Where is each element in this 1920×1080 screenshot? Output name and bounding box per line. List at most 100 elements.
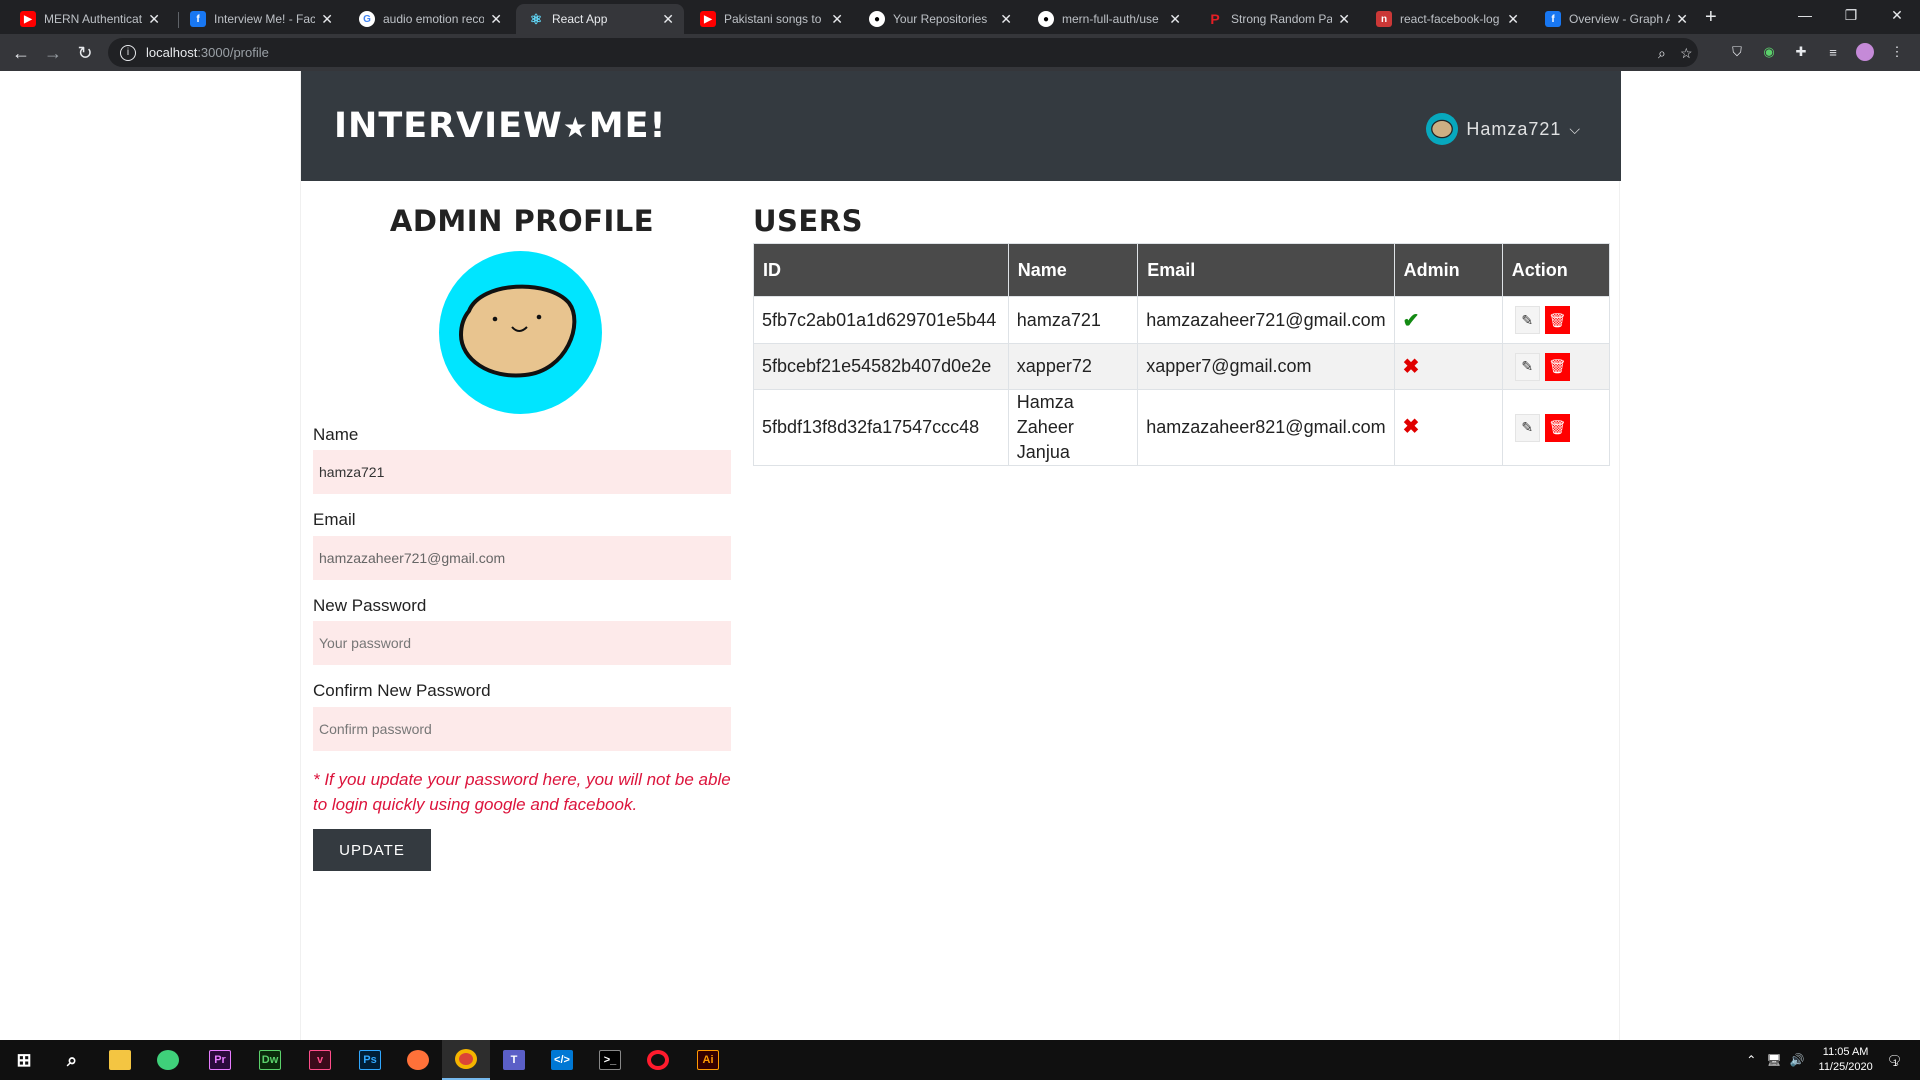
admin-cell: ✖ [1393, 343, 1503, 390]
action-cell: ✎ 🗑 [1501, 296, 1611, 344]
table-row: 5fb7c2ab01a1d629701e5b44 hamza721 hamzaz… [753, 296, 1611, 344]
delete-user-button[interactable]: 🗑 [1544, 413, 1570, 442]
url-host: localhost [146, 45, 198, 60]
edit-icon: ✎ [1521, 419, 1534, 435]
tab-title: react-facebook-log [1400, 12, 1500, 26]
vectr-icon[interactable]: v [296, 1040, 344, 1080]
illustrator-icon[interactable]: Ai [684, 1040, 732, 1080]
browser-tab[interactable]: G audio emotion reco ✕ [347, 4, 512, 34]
reload-icon[interactable]: ↻ [74, 42, 96, 64]
browser-tab[interactable]: ● mern-full-auth/use ✕ [1026, 4, 1191, 34]
address-bar[interactable]: i localhost :3000/profile ⌕ ☆ [108, 38, 1698, 67]
confirm-password-label: Confirm New Password [313, 681, 491, 700]
name-input[interactable] [313, 450, 731, 494]
trash-icon: 🗑 [1548, 358, 1567, 374]
facebook-icon: f [190, 11, 206, 27]
user-name-cell: Hamza Zaheer Janjua [1007, 389, 1139, 466]
close-icon[interactable]: ✕ [490, 11, 502, 28]
close-icon[interactable]: ✕ [1338, 11, 1350, 28]
network-icon[interactable]: 🖥 [1766, 1053, 1781, 1067]
firefox-icon[interactable] [394, 1040, 442, 1080]
user-email-cell: hamzazaheer721@gmail.com [1137, 296, 1395, 344]
update-button[interactable]: UPDATE [313, 829, 431, 871]
browser-tab-strip: ▶ MERN Authenticati ✕ f Interview Me! - … [0, 0, 1920, 34]
edit-user-button[interactable]: ✎ [1514, 352, 1540, 381]
brand-text: INTERVIEW [334, 106, 563, 146]
close-icon[interactable]: ✕ [321, 11, 333, 28]
close-icon[interactable]: ✕ [148, 11, 160, 28]
close-window-icon[interactable]: ✕ [1874, 0, 1920, 30]
premiere-pro-icon[interactable]: Pr [196, 1040, 244, 1080]
new-password-input[interactable] [313, 621, 731, 665]
password-warning-note: * If you update your password here, you … [313, 770, 731, 814]
users-title: USERS [753, 204, 863, 238]
google-icon: G [359, 11, 375, 27]
zoom-icon[interactable]: ⌕ [1658, 45, 1666, 62]
terminal-icon[interactable]: >_ [586, 1040, 634, 1080]
confirm-password-input[interactable] [313, 707, 731, 751]
tab-title: mern-full-auth/use [1062, 12, 1159, 26]
dreamweaver-icon[interactable]: Dw [246, 1040, 294, 1080]
minimize-icon[interactable]: — [1782, 0, 1828, 30]
volume-icon[interactable]: 🔊 [1790, 1053, 1805, 1067]
browser-tab[interactable]: ▶ MERN Authenticati ✕ [8, 4, 170, 34]
windows-start-icon[interactable]: ⊞ [0, 1040, 48, 1080]
chevron-down-icon: ⌵ [1569, 120, 1581, 137]
menu-dots-icon[interactable]: ⋮ [1888, 43, 1906, 61]
delete-user-button[interactable]: 🗑 [1544, 352, 1570, 381]
vscode-icon[interactable]: </> [538, 1040, 586, 1080]
edit-user-button[interactable]: ✎ [1514, 306, 1540, 334]
browser-tab[interactable]: ● Your Repositories ✕ [857, 4, 1022, 34]
gitkraken-icon[interactable] [144, 1040, 192, 1080]
user-id-cell: 5fb7c2ab01a1d629701e5b44 [753, 296, 1009, 344]
browser-tab[interactable]: ▶ Pakistani songs to li ✕ [688, 4, 853, 34]
tab-title: Interview Me! - Face [214, 12, 316, 26]
close-icon[interactable]: ✕ [1676, 11, 1688, 28]
browser-tab-active[interactable]: ⚛ React App ✕ [516, 4, 684, 34]
shield-extension-icon[interactable]: ⛉ [1728, 43, 1746, 61]
close-icon[interactable]: ✕ [831, 11, 843, 28]
tray-expand-icon[interactable]: ⌃ [1746, 1053, 1756, 1067]
edit-user-button[interactable]: ✎ [1514, 413, 1540, 442]
file-explorer-icon[interactable] [96, 1040, 144, 1080]
back-icon[interactable]: ← [10, 42, 32, 64]
email-label: Email [313, 510, 356, 529]
tab-title: Pakistani songs to li [724, 12, 826, 26]
new-tab-icon[interactable]: + [1705, 6, 1717, 29]
user-avatar-icon [1426, 113, 1459, 145]
vpn-extension-icon[interactable]: ◉ [1760, 43, 1778, 61]
restore-icon[interactable]: ❐ [1828, 0, 1874, 30]
browser-tab[interactable]: f Interview Me! - Face ✕ [178, 4, 343, 34]
close-icon[interactable]: ✕ [1000, 11, 1012, 28]
profile-avatar-icon[interactable] [1856, 43, 1874, 61]
browser-toolbar: ← → ↻ i localhost :3000/profile ⌕ ☆ ⛉ ◉ … [0, 34, 1920, 71]
delete-user-button[interactable]: 🗑 [1544, 306, 1570, 334]
browser-tab[interactable]: n react-facebook-log ✕ [1364, 4, 1529, 34]
profile-title: ADMIN PROFILE [389, 204, 655, 238]
teams-icon[interactable]: T [490, 1040, 538, 1080]
user-dropdown[interactable]: Hamza721 ⌵ [1426, 113, 1581, 145]
clock[interactable]: 11:05 AM 11/25/2020 [1819, 1045, 1873, 1075]
email-input[interactable] [313, 536, 731, 580]
search-icon[interactable]: ⌕ [48, 1040, 96, 1080]
media-queue-icon[interactable]: ≡ [1824, 43, 1842, 61]
bookmark-star-icon[interactable]: ☆ [1680, 45, 1693, 62]
extensions-puzzle-icon[interactable]: ✚ [1792, 43, 1810, 61]
column-header-admin: Admin [1393, 243, 1503, 297]
youtube-icon: ▶ [20, 11, 36, 27]
close-icon[interactable]: ✕ [662, 11, 674, 28]
opera-icon[interactable] [634, 1040, 682, 1080]
close-icon[interactable]: ✕ [1507, 11, 1519, 28]
close-icon[interactable]: ✕ [1169, 11, 1181, 28]
forward-icon[interactable]: → [42, 42, 64, 64]
browser-tab[interactable]: f Overview - Graph A ✕ [1533, 4, 1698, 34]
cross-icon: ✖ [1402, 416, 1420, 438]
site-info-icon[interactable]: i [120, 44, 136, 61]
photoshop-icon[interactable]: Ps [346, 1040, 394, 1080]
browser-tab[interactable]: P Strong Random Pa ✕ [1195, 4, 1360, 34]
chrome-icon[interactable] [442, 1040, 490, 1080]
user-name: Hamza721 [1466, 118, 1562, 139]
admin-cell: ✔ [1393, 296, 1503, 344]
notifications-icon[interactable]: 🗨 1 [1887, 1053, 1902, 1068]
brand-logo[interactable]: INTERVIEW★ME! [334, 106, 667, 146]
